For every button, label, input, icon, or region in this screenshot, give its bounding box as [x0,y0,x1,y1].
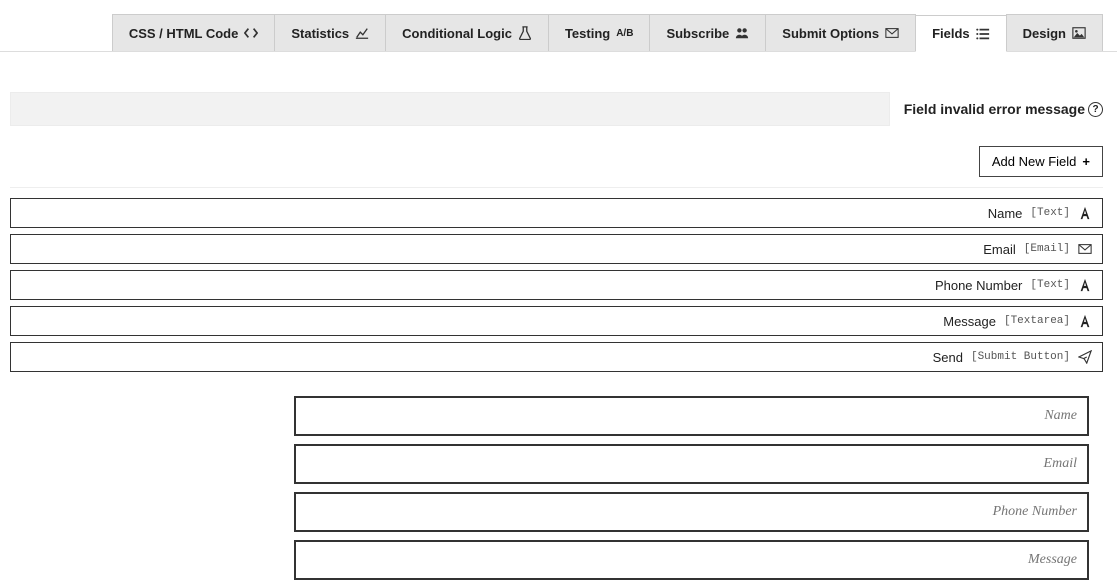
error-message-text: Field invalid error message [904,101,1085,117]
tab-label: Design [1023,26,1066,41]
ab-icon: A/B [616,26,633,40]
tab-label: Fields [932,26,970,41]
error-message-row: Field invalid error message ? [10,92,1103,126]
tab-label: Statistics [291,26,349,41]
fields-list: Name [Text] Email [Email] Phone Number [… [10,198,1103,372]
field-name: Message [943,314,996,329]
preview-name-input[interactable] [294,396,1089,436]
tab-subscribe[interactable]: Subscribe [649,14,766,51]
field-type: [Email] [1024,243,1070,255]
field-row-email[interactable]: Email [Email] [10,234,1103,264]
field-row-message[interactable]: Message [Textarea] [10,306,1103,336]
paper-plane-icon [1078,350,1092,364]
tab-submit-options[interactable]: Submit Options [765,14,916,51]
tab-label: Subscribe [666,26,729,41]
tab-css-html[interactable]: CSS / HTML Code [112,14,276,51]
tab-bar: CSS / HTML Code Statistics Conditional L… [0,14,1117,52]
envelope-icon [1078,242,1092,256]
field-name: Phone Number [935,278,1022,293]
field-type: [Text] [1030,279,1070,291]
font-icon [1078,206,1092,220]
help-icon[interactable]: ? [1088,102,1103,117]
error-message-input[interactable] [10,92,890,126]
tab-label: Submit Options [782,26,879,41]
tab-label: Testing [565,26,610,41]
tab-label: Conditional Logic [402,26,512,41]
tab-testing[interactable]: Testing A/B [548,14,651,51]
preview-message-input[interactable] [294,540,1089,580]
plus-icon: + [1082,154,1090,169]
tab-fields[interactable]: Fields [915,15,1007,52]
field-name: Name [988,206,1023,221]
field-row-send[interactable]: Send [Submit Button] [10,342,1103,372]
form-preview [294,396,1089,588]
tab-design[interactable]: Design [1006,14,1103,51]
tab-label: CSS / HTML Code [129,26,239,41]
preview-email-input[interactable] [294,444,1089,484]
field-name: Send [933,350,963,365]
font-icon [1078,314,1092,328]
add-button-label: Add New Field [992,154,1077,169]
field-type: [Text] [1030,207,1070,219]
envelope-icon [885,26,899,40]
add-field-row: Add New Field + [10,146,1103,188]
tab-statistics[interactable]: Statistics [274,14,386,51]
add-new-field-button[interactable]: Add New Field + [979,146,1103,177]
field-name: Email [983,242,1016,257]
preview-phone-input[interactable] [294,492,1089,532]
field-row-name[interactable]: Name [Text] [10,198,1103,228]
error-message-label: Field invalid error message ? [904,101,1103,117]
users-icon [735,26,749,40]
chart-icon [355,26,369,40]
tab-conditional-logic[interactable]: Conditional Logic [385,14,549,51]
code-icon [244,26,258,40]
field-row-phone[interactable]: Phone Number [Text] [10,270,1103,300]
field-type: [Submit Button] [971,351,1070,363]
field-type: [Textarea] [1004,315,1070,327]
font-icon [1078,278,1092,292]
list-icon [976,27,990,41]
image-icon [1072,26,1086,40]
flask-icon [518,26,532,40]
